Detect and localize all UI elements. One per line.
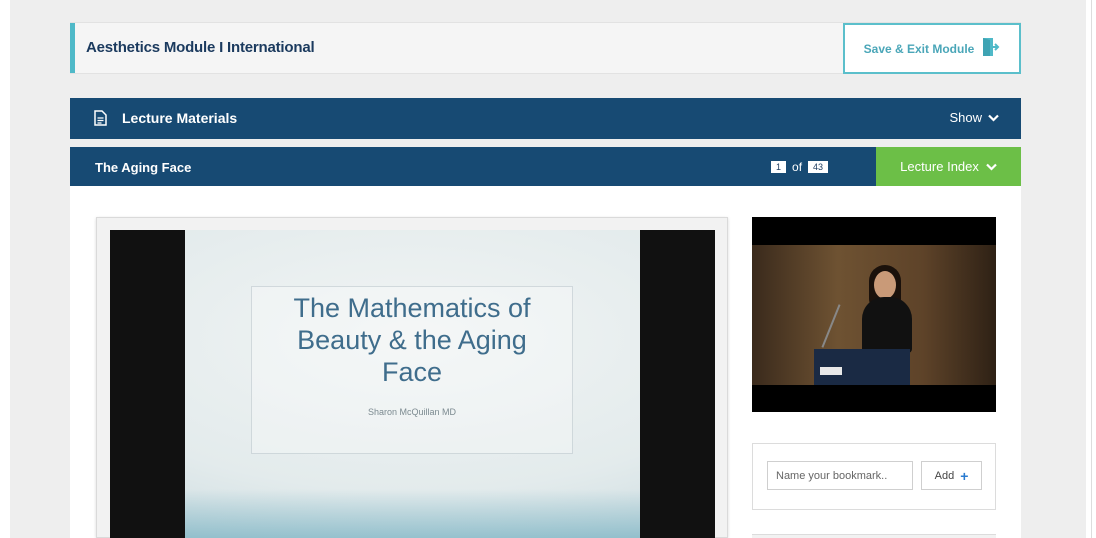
podium-logo [820, 367, 842, 375]
bookmark-panel: Add + [752, 443, 996, 510]
lecture-index-label: Lecture Index [900, 159, 979, 174]
show-materials-toggle[interactable]: Show [949, 110, 999, 125]
slide-viewer[interactable]: The Mathematics of Beauty & the Aging Fa… [96, 217, 728, 538]
lecture-bar: The Aging Face 1 of 43 Lecture Index [70, 147, 1021, 186]
slide-title-line-1: The Mathematics of [293, 293, 531, 323]
add-label: Add [934, 469, 955, 482]
slide-glow [185, 489, 640, 538]
speaker-body [862, 297, 912, 353]
page-left-margin [0, 0, 10, 538]
slide-author: Sharon McQuillan MD [367, 407, 457, 417]
plus-icon: + [960, 467, 969, 484]
exit-door-icon [982, 37, 1000, 60]
lecture-content-area: The Mathematics of Beauty & the Aging Fa… [70, 186, 1021, 538]
next-panel-edge [752, 534, 996, 538]
slide-letterbox: The Mathematics of Beauty & the Aging Fa… [110, 230, 715, 538]
slide-title-box: The Mathematics of Beauty & the Aging Fa… [251, 286, 573, 454]
total-slides-number: 43 [808, 161, 829, 173]
pager-of-label: of [792, 160, 803, 174]
module-header: Aesthetics Module I International Save &… [70, 22, 1021, 74]
lecture-index-button[interactable]: Lecture Index [876, 147, 1021, 186]
microphone [821, 304, 841, 348]
speaker-head [874, 271, 896, 299]
slide-title-line-2: Beauty & the Aging [297, 325, 527, 355]
video-frame [752, 245, 996, 385]
save-exit-module-button[interactable]: Save & Exit Module [843, 23, 1021, 74]
document-icon [94, 110, 107, 131]
slide-title-line-3: Face [381, 357, 443, 387]
slide-title: The Mathematics of Beauty & the Aging Fa… [252, 287, 572, 388]
add-bookmark-button[interactable]: Add + [921, 461, 982, 490]
module-title: Aesthetics Module I International [86, 39, 315, 56]
podium [814, 349, 910, 385]
lecture-video-player[interactable] [752, 217, 996, 412]
chevron-down-icon [986, 159, 997, 174]
show-label: Show [949, 110, 982, 125]
slide-image: The Mathematics of Beauty & the Aging Fa… [185, 230, 640, 538]
lecture-materials-label: Lecture Materials [122, 110, 238, 126]
bookmark-name-input[interactable] [767, 461, 913, 490]
lecture-title: The Aging Face [95, 160, 192, 175]
slide-pager: 1 of 43 [771, 160, 829, 174]
module-header-accent [70, 23, 75, 73]
scrollbar-track[interactable] [1091, 0, 1092, 538]
lecture-materials-bar[interactable]: Lecture Materials Show [70, 98, 1021, 139]
save-exit-label: Save & Exit Module [863, 41, 975, 56]
current-slide-number[interactable]: 1 [771, 161, 787, 173]
chevron-down-icon [988, 110, 999, 125]
